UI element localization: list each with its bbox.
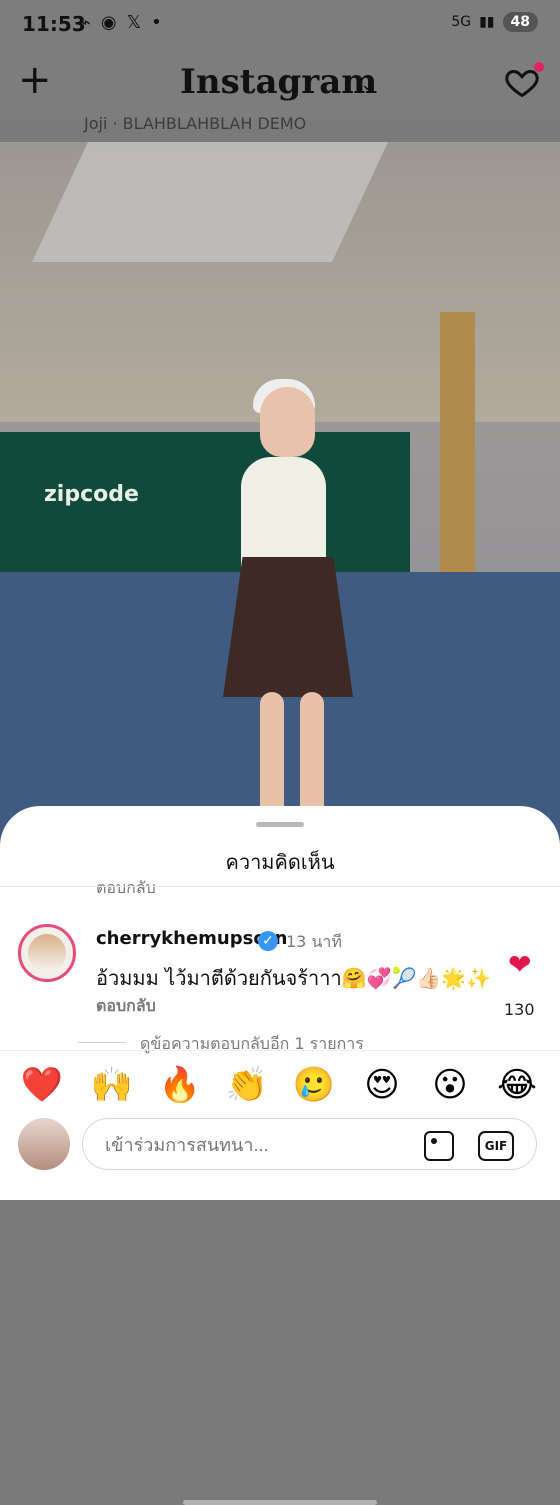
status-bar: 11:53 ⌁ ◉ 𝕏 • 5G ▮▮ 48 bbox=[0, 0, 560, 50]
verified-icon: ✓ bbox=[258, 931, 278, 951]
sheet-grabber[interactable] bbox=[256, 822, 304, 827]
sheet-divider bbox=[0, 886, 560, 887]
heart-icon[interactable]: ❤ bbox=[508, 948, 531, 981]
notification-icon: ⌁ bbox=[80, 12, 91, 33]
emoji-joy[interactable]: 😂 bbox=[495, 1063, 539, 1107]
create-post-button[interactable]: + bbox=[18, 60, 58, 100]
gif-button[interactable]: GIF bbox=[478, 1131, 514, 1161]
emoji-tear[interactable]: 🥲 bbox=[292, 1063, 336, 1107]
status-time: 11:53 bbox=[22, 12, 86, 36]
like-count: 130 bbox=[504, 1000, 535, 1019]
battery-badge: 48 bbox=[502, 12, 538, 32]
signal-icon: ▮▮ bbox=[479, 14, 495, 30]
app-icon: ◉ bbox=[100, 12, 117, 33]
music-text: Joji · BLAHBLAHBLAH DEMO bbox=[84, 114, 307, 133]
music-bar: Joji · BLAHBLAHBLAH DEMO bbox=[0, 114, 560, 142]
emoji-surprised[interactable]: 😮 bbox=[428, 1063, 472, 1107]
my-avatar[interactable] bbox=[18, 1118, 70, 1170]
comment-input[interactable] bbox=[103, 1131, 407, 1159]
emoji-fire[interactable]: 🔥 bbox=[158, 1063, 202, 1107]
comment-text: อ้วมมม ไว้มาตีด้วยกันจร้าาา🤗💞🎾👍🏻🌟✨ bbox=[96, 966, 492, 990]
x-icon: 𝕏 bbox=[126, 12, 142, 33]
comments-sheet: ความคิดเห็น ตอบกลับ cherrykhemupsorn ✓ 1… bbox=[0, 806, 560, 1505]
photo-person bbox=[205, 379, 355, 837]
person-head bbox=[260, 387, 315, 457]
post-photo[interactable]: zipcode bbox=[0, 142, 560, 842]
instagram-logo[interactable]: Instagram bbox=[180, 62, 377, 102]
comment-composer: GIF bbox=[0, 1118, 560, 1505]
wall-sign: zipcode bbox=[44, 482, 139, 507]
notification-dot bbox=[534, 62, 544, 72]
comment-input-wrap: GIF bbox=[82, 1118, 537, 1170]
avatar[interactable] bbox=[18, 924, 76, 982]
emoji-clap[interactable]: 👏 bbox=[225, 1063, 269, 1107]
emoji-heart[interactable]: ❤️ bbox=[20, 1063, 64, 1107]
emoji-raised-hands[interactable]: 🙌 bbox=[90, 1063, 134, 1107]
emoji-heart-eyes[interactable]: 😍 bbox=[360, 1063, 404, 1107]
image-icon[interactable] bbox=[424, 1131, 454, 1161]
sheet-title: ความคิดเห็น bbox=[225, 850, 335, 874]
app-bar: + Instagram ⌄ bbox=[0, 50, 560, 120]
replies-line bbox=[78, 1042, 126, 1043]
network-label: 5G bbox=[451, 14, 472, 30]
reply-button[interactable]: ตอบกลับ bbox=[96, 994, 156, 1019]
status-icons: ⌁ ◉ 𝕏 • bbox=[80, 12, 162, 33]
home-indicator bbox=[183, 1500, 377, 1505]
emoji-bar: ❤️ 🙌 🔥 👏 🥲 😍 😮 😂 bbox=[0, 1050, 560, 1113]
status-right: 5G ▮▮ 48 bbox=[451, 12, 538, 32]
avatar-image bbox=[28, 934, 66, 972]
comment-item: cherrykhemupsorn ✓ 13 นาที อ้วมมม ไว้มาต… bbox=[0, 924, 560, 1034]
person-skirt bbox=[223, 557, 353, 697]
chevron-down-icon[interactable]: ⌄ bbox=[360, 74, 375, 95]
comment-time: 13 นาที bbox=[286, 932, 342, 951]
dot-icon: • bbox=[151, 12, 162, 33]
